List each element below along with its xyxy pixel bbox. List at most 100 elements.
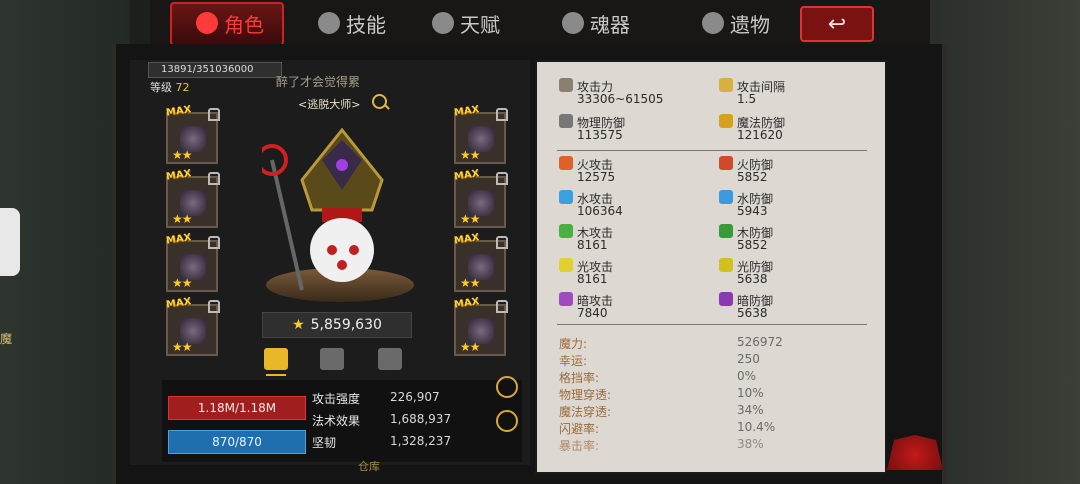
stat-value: 10% [737,386,764,400]
lock-icon [496,172,508,185]
character-icon [196,12,218,34]
level-label: 等级 [150,81,172,94]
stat-label: 闪避率: [559,422,600,436]
star-rating: ★★ [172,276,192,290]
search-icon[interactable] [372,94,387,109]
star-rating: ★★ [460,276,480,290]
power-value: 5,859,630 [310,317,382,333]
max-badge: MAX [165,296,193,311]
max-badge: MAX [453,232,481,247]
lock-icon [496,108,508,121]
equipment-slot-ring[interactable]: MAX ★★ [453,296,508,356]
light-defense-icon [719,258,733,272]
side-label: 魔 [0,332,13,346]
skill-icon [318,12,340,34]
combat-power: ★ 5,859,630 [262,312,412,338]
wood-attack-icon [559,224,573,238]
star-rating: ★★ [460,212,480,226]
stat-value: 5943 [737,204,768,218]
dark-defense-icon [719,292,733,306]
wood-defense-icon [719,224,733,238]
physical-defense-icon [559,114,573,128]
relic-icon [702,12,724,34]
tab-skill[interactable]: 技能 [318,6,386,40]
lock-icon [208,300,220,313]
tab-talent[interactable]: 天赋 [432,6,500,40]
equipment-slot-gloves[interactable]: MAX ★★ [453,104,508,164]
tab-soul[interactable]: 魂器 [562,6,630,40]
lock-icon [496,236,508,249]
stat-value: 1.5 [737,92,757,106]
stat-label: 魔法穿透: [559,405,612,419]
warehouse-label[interactable]: 仓库 [358,458,380,474]
soul-icon [562,12,584,34]
sword-icon [559,78,573,92]
max-badge: MAX [165,232,193,247]
stat-value: 526972 [737,335,783,349]
fire-attack-icon [559,156,573,170]
stat-value: 106364 [577,204,623,218]
speed-icon [719,78,733,92]
star-rating: ★★ [172,212,192,226]
tab-relic[interactable]: 遗物 [702,6,770,40]
equipment-slot-amulet[interactable]: MAX ★★ [165,232,220,292]
equipment-slot-shoulder[interactable]: MAX ★★ [165,168,220,228]
outfit-tab-2[interactable] [320,348,344,370]
max-badge: MAX [453,104,481,119]
attribute-panel: 攻击力 33306~61505 攻击间隔 1.5 物理防御 113575 魔法防… [537,62,885,472]
max-badge: MAX [165,168,193,183]
side-drawer-handle[interactable] [0,208,20,276]
stat-value: 5638 [737,272,768,286]
stat-label: 暴击率: [559,439,600,453]
equipment-slot-helmet[interactable]: MAX ★★ [165,104,220,164]
player-title: 醉了才会觉得累 [276,75,361,89]
star-icon: ★ [292,317,305,333]
magic-defense-icon [719,114,733,128]
spell-effect-label: 法术效果 [312,414,361,428]
max-badge: MAX [165,104,193,119]
player-subtitle: <逃脱大师> [298,98,361,111]
mp-bar: 870/870 [168,430,306,454]
stat-value: 8161 [577,272,608,286]
stat-label: 魔力: [559,337,588,351]
equipment-slot-armor[interactable]: MAX ★★ [453,168,508,228]
level-value: 72 [175,81,190,94]
toughness-value: 1,328,237 [390,434,452,448]
stat-value: 121620 [737,128,783,142]
attack-strength-label: 攻击强度 [312,392,361,406]
stat-value: 10.4% [737,420,776,434]
tab-label: 遗物 [730,12,770,37]
outfit-tab-1[interactable] [264,348,288,370]
stat-value: 12575 [577,170,616,184]
fire-defense-icon [719,156,733,170]
atom-icon[interactable] [496,410,518,432]
stat-value: 5852 [737,170,768,184]
stat-value: 8161 [577,238,608,252]
talent-icon [432,12,454,34]
lock-icon [496,300,508,313]
xp-bar: 13891/351036000 [148,62,282,78]
enhance-icon[interactable] [496,376,518,398]
max-badge: MAX [453,296,481,311]
level-display: 等级 72 [150,79,190,95]
stat-label: 物理穿透: [559,388,612,402]
hero-avatar[interactable] [262,120,422,310]
back-button[interactable]: ↩ [800,6,874,42]
tab-label: 天赋 [460,12,500,37]
spell-effect-value: 1,688,937 [390,412,452,426]
stat-value: 5638 [737,306,768,320]
tab-character[interactable]: 角色 [196,6,264,40]
equipment-slot-weapon[interactable]: MAX ★★ [165,296,220,356]
stat-value: 0% [737,369,757,383]
stat-value: 33306~61505 [577,92,664,106]
water-attack-icon [559,190,573,204]
dark-attack-icon [559,292,573,306]
outfit-tab-3[interactable] [378,348,402,370]
lock-icon [208,172,220,185]
tab-label: 角色 [224,12,264,37]
equipment-slot-boots[interactable]: MAX ★★ [453,232,508,292]
lock-icon [208,108,220,121]
tab-label: 魂器 [590,12,630,37]
divider [557,150,867,151]
water-defense-icon [719,190,733,204]
